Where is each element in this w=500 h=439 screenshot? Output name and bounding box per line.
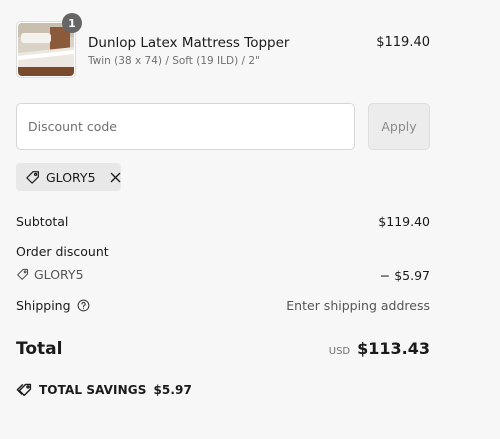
total-label: Total bbox=[16, 339, 63, 359]
order-discount-code: GLORY5 bbox=[34, 267, 84, 282]
discount-code-input[interactable] bbox=[16, 103, 355, 150]
question-circle-icon[interactable] bbox=[77, 299, 90, 312]
order-discount-code-row: GLORY5 bbox=[16, 267, 84, 282]
tag-icon bbox=[16, 268, 29, 281]
product-price: $119.40 bbox=[376, 35, 430, 50]
currency-code: USD bbox=[328, 346, 351, 357]
total-savings-value: $5.97 bbox=[153, 383, 192, 397]
applied-discount-code: GLORY5 bbox=[46, 169, 96, 185]
total-savings: TOTAL SAVINGS $5.97 bbox=[16, 382, 192, 398]
total-amount: $113.43 bbox=[357, 339, 430, 358]
product-variant: Twin (38 x 74) / Soft (19 ILD) / 2" bbox=[88, 55, 260, 67]
shipping-row: Shipping bbox=[16, 298, 90, 313]
close-icon[interactable] bbox=[110, 170, 121, 184]
total-amount-group: USD $113.43 bbox=[329, 339, 430, 358]
shipping-value: Enter shipping address bbox=[286, 298, 430, 313]
subtotal-label: Subtotal bbox=[16, 214, 69, 229]
shipping-label: Shipping bbox=[16, 298, 71, 313]
apply-button[interactable]: Apply bbox=[368, 103, 430, 150]
quantity-badge: 1 bbox=[62, 13, 82, 33]
order-discount-value: − $5.97 bbox=[379, 268, 430, 283]
tag-icon bbox=[16, 382, 32, 398]
total-savings-label: TOTAL SAVINGS bbox=[39, 383, 147, 397]
tag-icon bbox=[25, 170, 40, 185]
product-title: Dunlop Latex Mattress Topper bbox=[88, 35, 290, 51]
applied-discount-chip: GLORY5 bbox=[16, 163, 121, 191]
subtotal-value: $119.40 bbox=[378, 214, 430, 229]
order-discount-label: Order discount bbox=[16, 244, 109, 259]
